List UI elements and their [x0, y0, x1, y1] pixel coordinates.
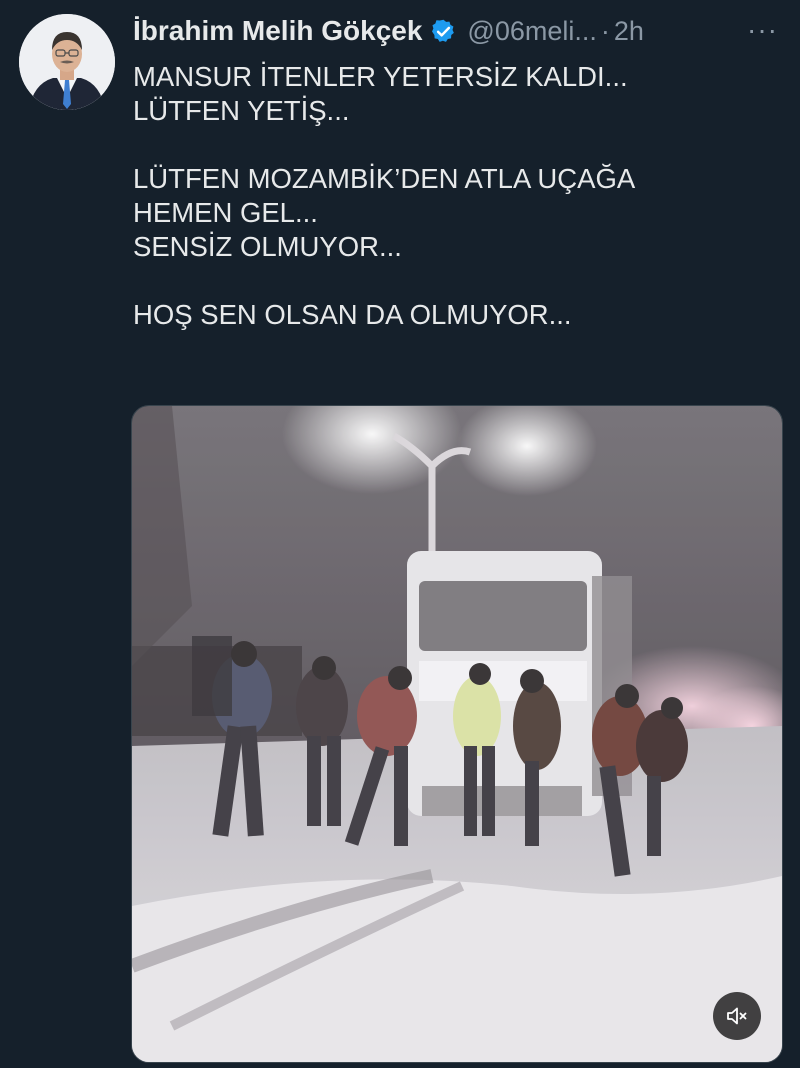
- tweet-text: MANSUR İTENLER YETERSİZ KALDI... LÜTFEN …: [133, 60, 773, 332]
- tweet-text-line: HEMEN GEL...: [133, 197, 318, 228]
- tweet-text-line: [133, 264, 773, 298]
- tweet-text-line: HOŞ SEN OLSAN DA OLMUYOR...: [133, 299, 572, 330]
- tweet-text-line: LÜTFEN MOZAMBİK’DEN ATLA UÇAĞA: [133, 163, 636, 194]
- tweet-text-line: [133, 128, 773, 162]
- author-handle[interactable]: @06meli...: [467, 16, 596, 47]
- tweet-video[interactable]: [131, 405, 783, 1063]
- avatar-portrait-image: [19, 14, 115, 110]
- tweet-text-line: SENSİZ OLMUYOR...: [133, 231, 402, 262]
- tweet-text-line: MANSUR İTENLER YETERSİZ KALDI...: [133, 61, 628, 92]
- avatar[interactable]: [19, 14, 115, 110]
- mute-button[interactable]: [713, 992, 761, 1040]
- author-name[interactable]: İbrahim Melih Gökçek: [133, 15, 422, 47]
- timestamp[interactable]: 2h: [614, 16, 644, 47]
- tweet-text-line: LÜTFEN YETİŞ...: [133, 95, 350, 126]
- tweet-header: İbrahim Melih Gökçek @06meli... · 2h ···: [133, 10, 780, 52]
- speaker-muted-icon: [727, 1007, 747, 1025]
- video-frame-snowy-street: [132, 406, 782, 1062]
- verified-badge-icon: [432, 19, 455, 42]
- more-options-icon[interactable]: ···: [747, 14, 778, 46]
- separator-dot: ·: [600, 15, 610, 46]
